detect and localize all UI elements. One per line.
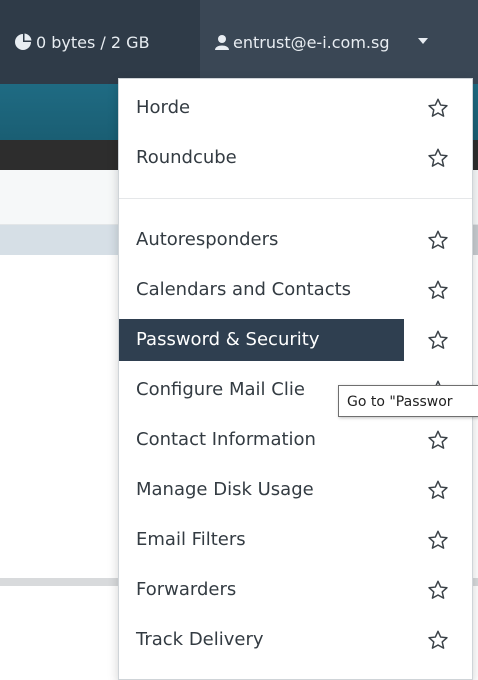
- star-icon[interactable]: [427, 529, 449, 551]
- menu-item-forwarders[interactable]: Forwarders: [119, 569, 472, 611]
- user-menu-toggle[interactable]: entrust@e-i.com.sg: [200, 0, 478, 84]
- menu-item-autoresponders[interactable]: Autoresponders: [119, 219, 472, 261]
- caret-down-icon: [418, 38, 428, 44]
- user-icon: [214, 34, 230, 50]
- top-navbar: 0 bytes / 2 GB entrust@e-i.com.sg: [0, 0, 478, 84]
- menu-item-contact-information[interactable]: Contact Information: [119, 419, 472, 461]
- star-icon[interactable]: [427, 579, 449, 601]
- star-icon[interactable]: [427, 629, 449, 651]
- user-email: entrust@e-i.com.sg: [233, 32, 390, 52]
- menu-item-label: Roundcube: [136, 147, 237, 168]
- user-dropdown-menu: Horde Roundcube Autoresponders Calendars…: [118, 78, 473, 680]
- menu-item-label: Password & Security: [119, 319, 404, 361]
- menu-divider: [119, 198, 472, 199]
- pie-chart-icon: [14, 33, 32, 51]
- menu-item-roundcube[interactable]: Roundcube: [119, 137, 472, 179]
- menu-item-track-delivery[interactable]: Track Delivery: [119, 619, 472, 661]
- menu-item-label: Calendars and Contacts: [136, 279, 352, 300]
- menu-item-label: Manage Disk Usage: [136, 479, 314, 500]
- menu-item-label: Contact Information: [136, 429, 316, 450]
- disk-usage-text: 0 bytes / 2 GB: [36, 32, 150, 52]
- star-icon[interactable]: [427, 97, 449, 119]
- menu-item-calendars-contacts[interactable]: Calendars and Contacts: [119, 269, 472, 311]
- menu-item-label: Forwarders: [136, 579, 237, 600]
- star-icon[interactable]: [427, 429, 449, 451]
- menu-item-password-security[interactable]: Password & Security: [119, 319, 472, 361]
- menu-item-horde[interactable]: Horde: [119, 87, 472, 129]
- star-icon[interactable]: [427, 279, 449, 301]
- menu-item-label: Track Delivery: [136, 629, 264, 650]
- menu-item-label: Email Filters: [136, 529, 246, 550]
- menu-item-label: Configure Mail Clie: [136, 379, 305, 400]
- star-icon[interactable]: [427, 329, 449, 351]
- menu-item-label: Horde: [136, 97, 191, 118]
- menu-item-manage-disk-usage[interactable]: Manage Disk Usage: [119, 469, 472, 511]
- menu-item-label: Autoresponders: [136, 229, 279, 250]
- tooltip: Go to "Passwor: [338, 385, 478, 417]
- star-icon[interactable]: [427, 229, 449, 251]
- menu-item-email-filters[interactable]: Email Filters: [119, 519, 472, 561]
- star-icon[interactable]: [427, 147, 449, 169]
- star-icon[interactable]: [427, 479, 449, 501]
- disk-usage-indicator[interactable]: 0 bytes / 2 GB: [14, 28, 150, 56]
